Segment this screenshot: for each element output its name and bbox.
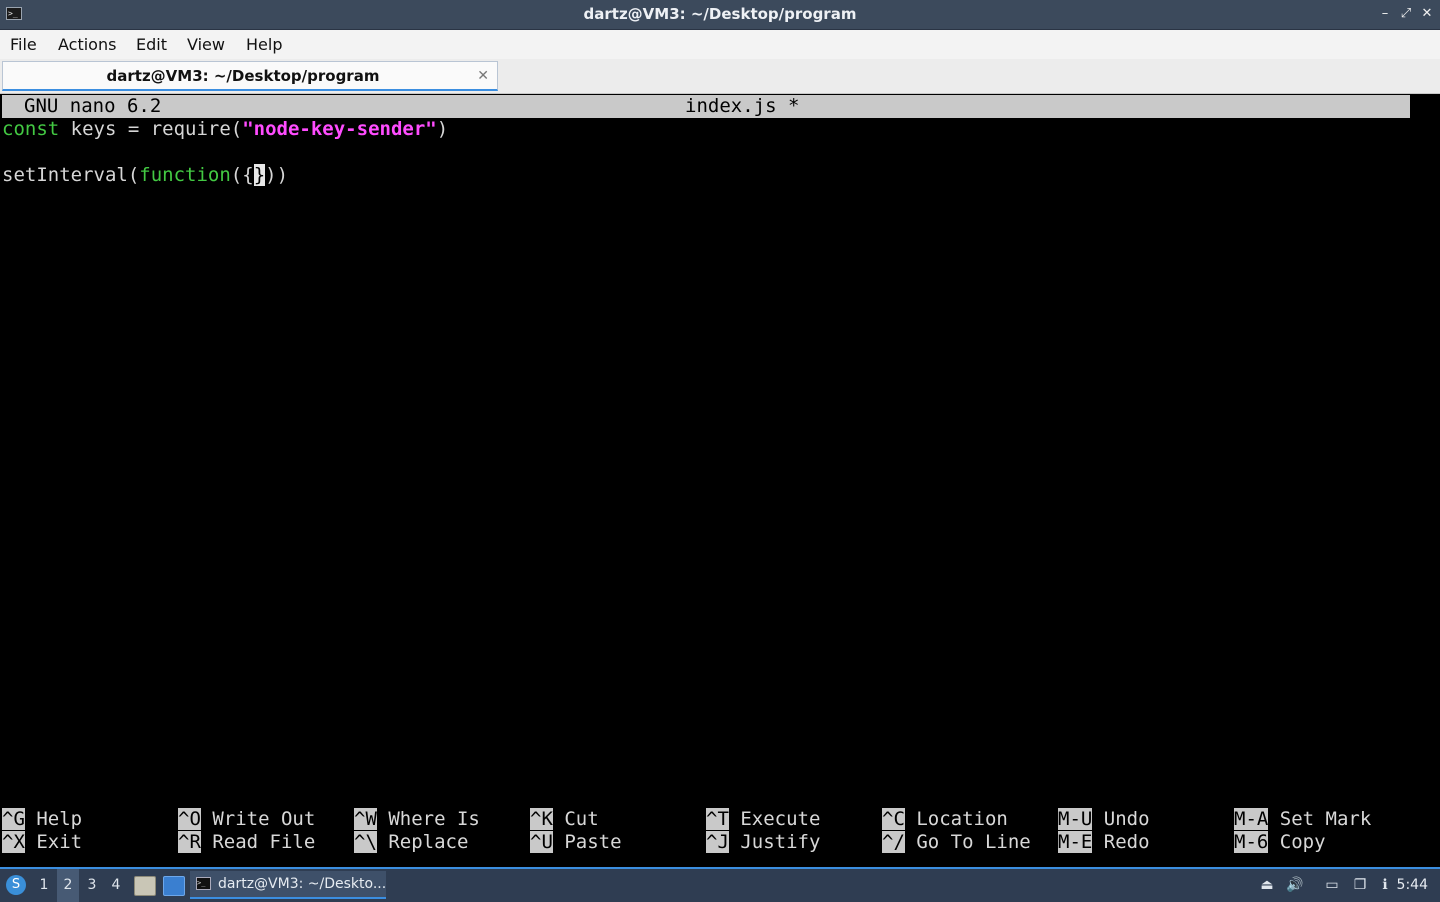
code-keyword: const [2, 118, 60, 140]
menu-view[interactable]: View [187, 30, 225, 59]
desktop-2[interactable]: 2 [57, 869, 79, 902]
file-manager-icon[interactable] [134, 876, 156, 896]
clock[interactable]: 5:44 [1397, 869, 1428, 902]
code-line-3: setInterval(function({})) [2, 164, 288, 187]
shortcut-help: ^G Help [2, 808, 83, 830]
tab-close-icon[interactable]: ✕ [477, 62, 489, 90]
nano-version: GNU nano 6.2 [24, 95, 162, 117]
terminal-area[interactable]: GNU nano 6.2 index.js * const keys = req… [0, 94, 1440, 867]
taskbar: S 1 2 3 4 >_ dartz@VM3: ~/Deskto... ⏏ 🔊 … [0, 867, 1440, 902]
shortcut-cut: ^K Cut [530, 808, 599, 830]
window-title: dartz@VM3: ~/Desktop/program [583, 5, 857, 23]
tab-terminal[interactable]: dartz@VM3: ~/Desktop/program ✕ [2, 61, 498, 91]
taskbar-window-label: dartz@VM3: ~/Deskto... [218, 876, 387, 892]
shortcut-where-is: ^W Where Is [354, 808, 480, 830]
shortcut-exit: ^X Exit [2, 831, 83, 853]
shortcut-read-file: ^R Read File [178, 831, 316, 853]
notification-icon[interactable]: ℹ [1376, 876, 1394, 894]
minimize-icon[interactable]: – [1377, 6, 1393, 22]
shortcut-location: ^C Location [882, 808, 1008, 830]
network-icon[interactable]: ▭ [1323, 876, 1341, 894]
code-text: )) [265, 164, 289, 186]
shortcut-redo: M-E Redo [1058, 831, 1150, 853]
desktop-3[interactable]: 3 [81, 869, 103, 902]
code-string: "node-key-sender" [242, 118, 437, 140]
terminal-icon: >_ [196, 877, 211, 890]
menu-bar: File Actions Edit View Help [0, 30, 1440, 59]
text-cursor: } [253, 164, 266, 186]
shortcut-go-to-line: ^/ Go To Line [882, 831, 1031, 853]
show-desktop-icon[interactable] [163, 876, 185, 896]
shortcut-undo: M-U Undo [1058, 808, 1150, 830]
nano-filename: index.js * [685, 95, 800, 117]
code-text: ({ [230, 164, 254, 186]
desktop-4[interactable]: 4 [105, 869, 127, 902]
nano-header: GNU nano 6.2 index.js * [2, 95, 1410, 118]
code-text: keys = require( [59, 118, 243, 140]
code-text: setInterval( [2, 164, 140, 186]
shortcut-paste: ^U Paste [530, 831, 622, 853]
code-text: ) [436, 118, 449, 140]
shortcut-set-mark: M-A Set Mark [1234, 808, 1372, 830]
shortcut-justify: ^J Justify [706, 831, 821, 853]
close-icon[interactable]: ✕ [1419, 6, 1435, 22]
eject-icon[interactable]: ⏏ [1258, 876, 1276, 894]
start-menu-icon[interactable]: S [6, 875, 26, 895]
menu-help[interactable]: Help [246, 30, 282, 59]
tab-bar: dartz@VM3: ~/Desktop/program ✕ [0, 59, 1440, 94]
tab-label: dartz@VM3: ~/Desktop/program [106, 67, 380, 85]
maximize-icon[interactable]: ⤢ [1398, 6, 1414, 22]
desktop-1[interactable]: 1 [33, 869, 55, 902]
shortcut-execute: ^T Execute [706, 808, 821, 830]
volume-icon[interactable]: 🔊 [1286, 876, 1304, 894]
window-titlebar[interactable]: >_ dartz@VM3: ~/Desktop/program – ⤢ ✕ [0, 0, 1440, 30]
menu-edit[interactable]: Edit [136, 30, 167, 59]
code-line-1: const keys = require("node-key-sender") [2, 118, 448, 141]
menu-actions[interactable]: Actions [58, 30, 116, 59]
shortcut-copy: M-6 Copy [1234, 831, 1326, 853]
shortcut-write-out: ^O Write Out [178, 808, 316, 830]
clipboard-icon[interactable]: ❐ [1351, 876, 1369, 894]
code-keyword: function [139, 164, 231, 186]
taskbar-window-terminal[interactable]: >_ dartz@VM3: ~/Deskto... [190, 871, 386, 899]
menu-file[interactable]: File [10, 30, 37, 59]
shortcut-replace: ^\ Replace [354, 831, 469, 853]
